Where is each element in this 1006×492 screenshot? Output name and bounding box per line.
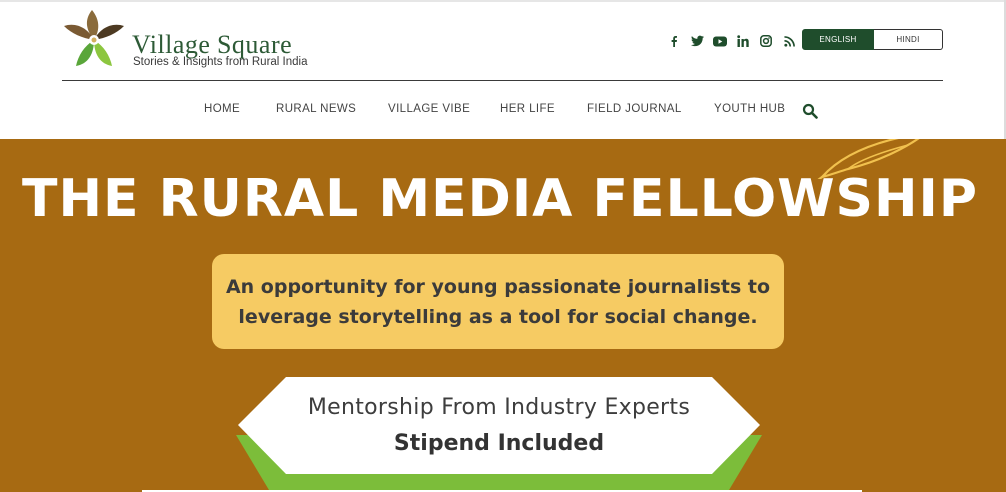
nav-item-her-life[interactable]: HER LIFE	[500, 103, 555, 115]
hindi-button[interactable]: HINDI	[874, 29, 943, 50]
language-switch: ENGLISH HINDI	[802, 29, 943, 50]
banner-title: THE RURAL MEDIA FELLOWSHIP	[22, 169, 978, 229]
header-divider	[62, 80, 943, 81]
brand-title-first: Village	[132, 30, 211, 59]
nav-item-youth-hub[interactable]: YOUTH HUB	[714, 103, 785, 115]
english-button[interactable]: ENGLISH	[802, 29, 874, 50]
banner-subtitle-line2: leverage storytelling as a tool for soci…	[238, 305, 758, 328]
search-icon[interactable]	[802, 103, 818, 119]
banner-subtitle-line1: An opportunity for young passionate jour…	[225, 275, 771, 298]
facebook-icon[interactable]	[666, 33, 682, 49]
mentorship-text: Mentorship From Industry Experts	[307, 394, 691, 420]
instagram-icon[interactable]	[758, 33, 774, 49]
brand-tagline: Stories & Insights from Rural India	[133, 56, 308, 68]
stipend-text: Stipend Included	[393, 430, 605, 456]
youtube-icon[interactable]	[712, 33, 728, 49]
leaf-flower-logo[interactable]	[62, 8, 126, 70]
banner-subtitle-box: An opportunity for young passionate jour…	[212, 254, 784, 349]
fellowship-banner[interactable]: THE RURAL MEDIA FELLOWSHIP An opportunit…	[0, 139, 1006, 492]
main-nav: HOME RURAL NEWS VILLAGE VIBE HER LIFE FI…	[0, 103, 1006, 119]
benefits-text: Mentorship From Industry Experts Stipend…	[238, 377, 760, 474]
brand-title-second: Square	[216, 30, 293, 59]
social-links	[666, 33, 797, 49]
nav-item-rural-news[interactable]: RURAL NEWS	[276, 103, 356, 115]
top-border	[0, 0, 1006, 2]
twitter-icon[interactable]	[689, 33, 705, 49]
nav-item-field-journal[interactable]: FIELD JOURNAL	[587, 103, 682, 115]
nav-item-village-vibe[interactable]: VILLAGE VIBE	[388, 103, 470, 115]
nav-item-home[interactable]: HOME	[204, 103, 240, 115]
linkedin-icon[interactable]	[735, 33, 751, 49]
rss-icon[interactable]	[781, 33, 797, 49]
